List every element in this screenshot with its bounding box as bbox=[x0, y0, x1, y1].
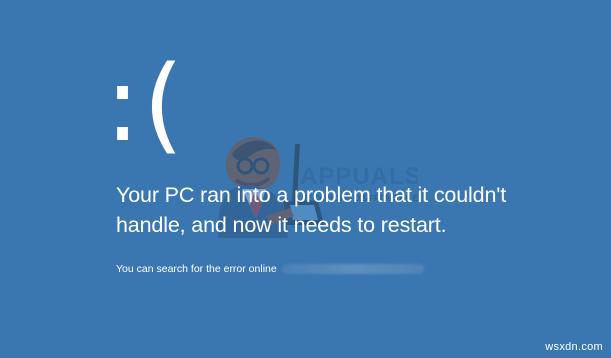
blurred-error-code bbox=[281, 264, 424, 275]
search-error-text: You can search for the error online bbox=[116, 263, 277, 275]
sad-face-emoticon: :( bbox=[105, 43, 187, 165]
search-error-hint: You can search for the error online bbox=[116, 262, 424, 276]
blue-screen: :( APPUALS TECH HOW-TO'S FROM THE EXPERT… bbox=[0, 0, 611, 358]
site-watermark: wsxdn.com bbox=[545, 341, 603, 353]
error-message: Your PC ran into a problem that it could… bbox=[116, 180, 526, 240]
error-message-line-2: handle, and now it needs to restart. bbox=[116, 213, 447, 237]
error-message-line-1: Your PC ran into a problem that it could… bbox=[116, 183, 507, 207]
